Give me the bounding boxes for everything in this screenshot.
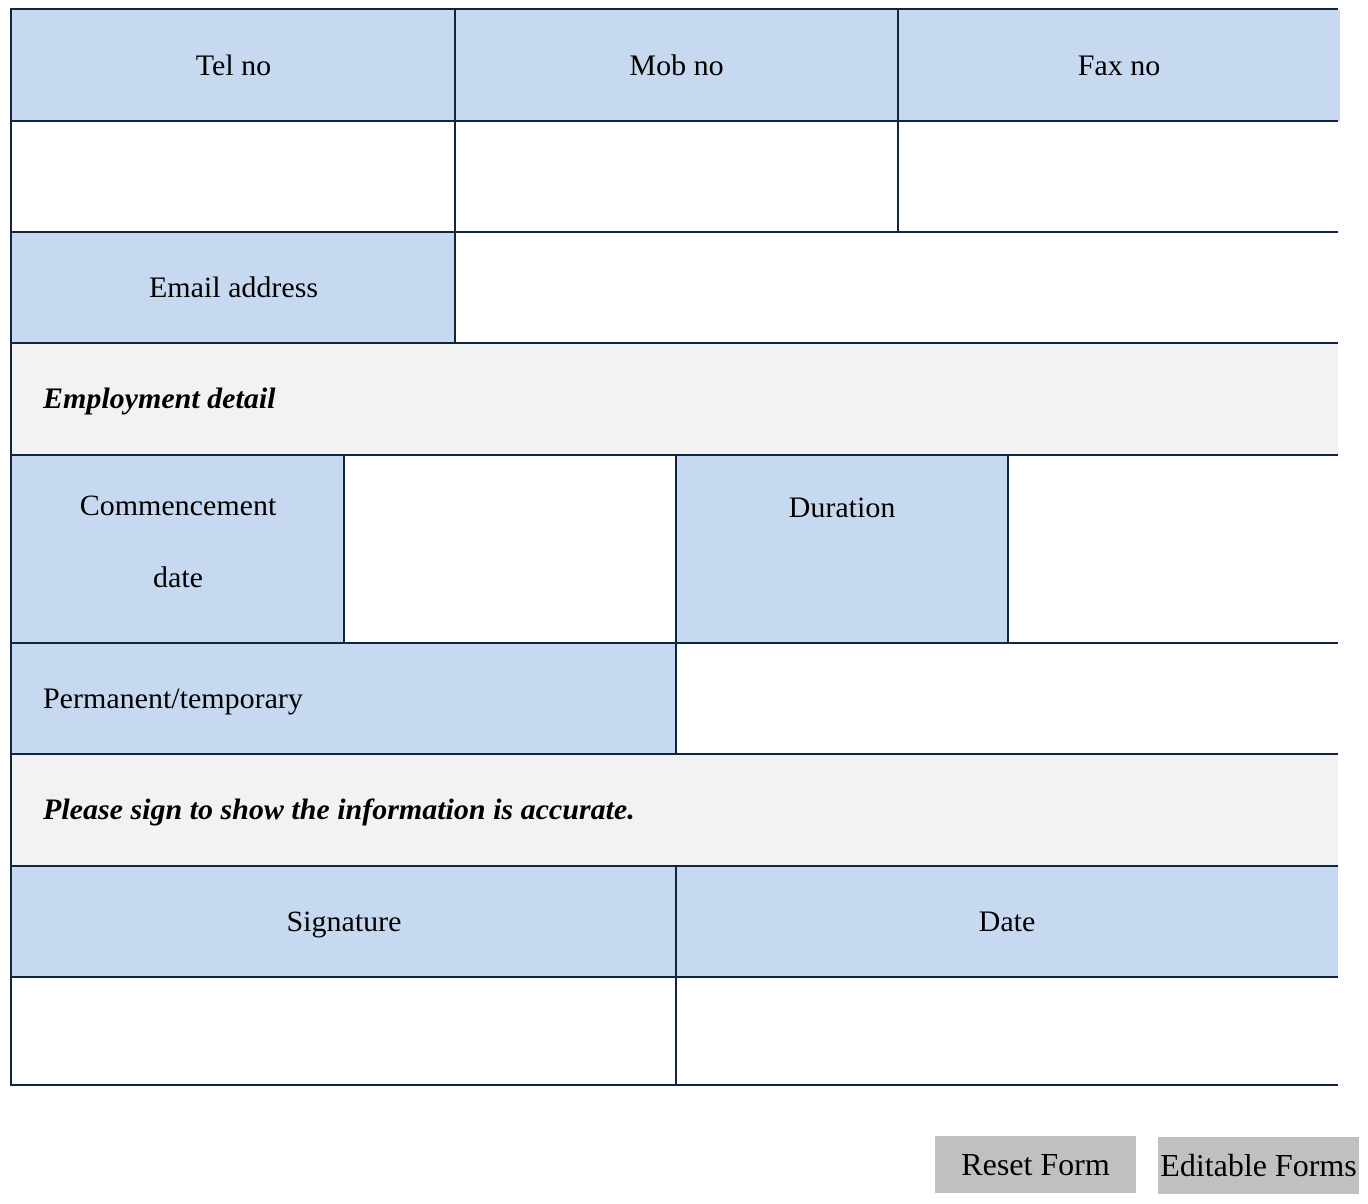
grid-line [1007, 455, 1009, 643]
mob-no-cell [455, 121, 898, 232]
email-address-cell [455, 232, 1340, 343]
permanent-temporary-label: Permanent/temporary [12, 643, 676, 754]
tel-no-cell [12, 121, 455, 232]
editable-forms-button[interactable]: Editable Forms [1158, 1137, 1359, 1194]
signature-input[interactable] [12, 977, 676, 1084]
date-label: Date [676, 866, 1338, 977]
mob-no-input[interactable] [455, 121, 898, 232]
mob-no-label: Mob no [455, 10, 898, 121]
commencement-date-input[interactable] [344, 455, 676, 643]
signature-label: Signature [12, 866, 676, 977]
fax-no-label: Fax no [898, 10, 1340, 121]
grid-line [675, 455, 677, 754]
grid-line [12, 120, 1338, 122]
duration-cell [1008, 455, 1338, 643]
permanent-temporary-input[interactable] [676, 643, 1338, 754]
fax-no-input[interactable] [898, 121, 1340, 232]
fax-no-cell [898, 121, 1340, 232]
employment-detail-heading: Employment detail [12, 343, 1338, 455]
employment-form: Tel no Mob no Fax no Email address Emplo… [10, 8, 1340, 1086]
grid-line [454, 10, 456, 343]
grid-line [675, 866, 677, 1086]
commencement-label-line2: date [153, 561, 203, 594]
date-cell [676, 977, 1338, 1084]
email-address-label: Email address [12, 232, 455, 343]
permanent-temporary-cell [676, 643, 1338, 754]
date-input[interactable] [676, 977, 1338, 1084]
email-address-input[interactable] [455, 232, 1340, 343]
sign-instruction-heading: Please sign to show the information is a… [12, 754, 1338, 866]
duration-label: Duration [676, 455, 1008, 643]
reset-form-button[interactable]: Reset Form [935, 1136, 1136, 1193]
tel-no-label: Tel no [12, 10, 455, 121]
grid-line [12, 342, 1338, 344]
commencement-label-line1: Commencement [79, 489, 277, 522]
commencement-date-cell [344, 455, 676, 643]
tel-no-input[interactable] [12, 121, 455, 232]
duration-input[interactable] [1008, 455, 1338, 643]
grid-line [12, 231, 1338, 233]
grid-line [343, 455, 345, 643]
grid-line [897, 10, 899, 232]
commencement-date-label: Commencement date [12, 455, 344, 643]
signature-cell [12, 977, 676, 1084]
